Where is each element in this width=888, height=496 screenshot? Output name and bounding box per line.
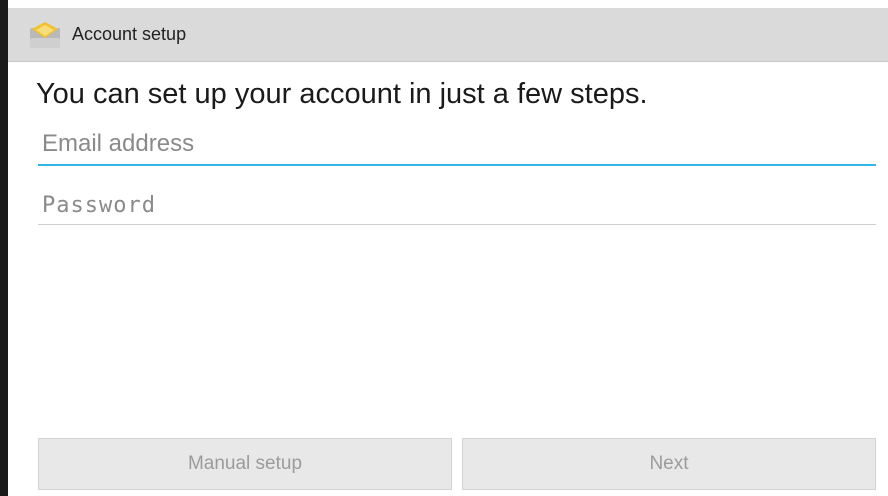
email-field[interactable] bbox=[38, 126, 876, 166]
next-button[interactable]: Next bbox=[462, 438, 876, 490]
password-field[interactable] bbox=[38, 185, 876, 225]
button-bar: Manual setup Next bbox=[38, 438, 876, 490]
email-app-icon bbox=[28, 20, 62, 50]
page-title: You can set up your account in just a fe… bbox=[36, 78, 648, 110]
account-setup-form: You can set up your account in just a fe… bbox=[8, 62, 888, 496]
action-bar: Account setup bbox=[8, 8, 888, 62]
screen: Account setup You can set up your accoun… bbox=[0, 0, 888, 496]
window-edge bbox=[0, 0, 8, 496]
password-input[interactable] bbox=[38, 193, 876, 224]
manual-setup-button[interactable]: Manual setup bbox=[38, 438, 452, 490]
email-input[interactable] bbox=[38, 130, 876, 164]
app-title: Account setup bbox=[72, 24, 187, 44]
